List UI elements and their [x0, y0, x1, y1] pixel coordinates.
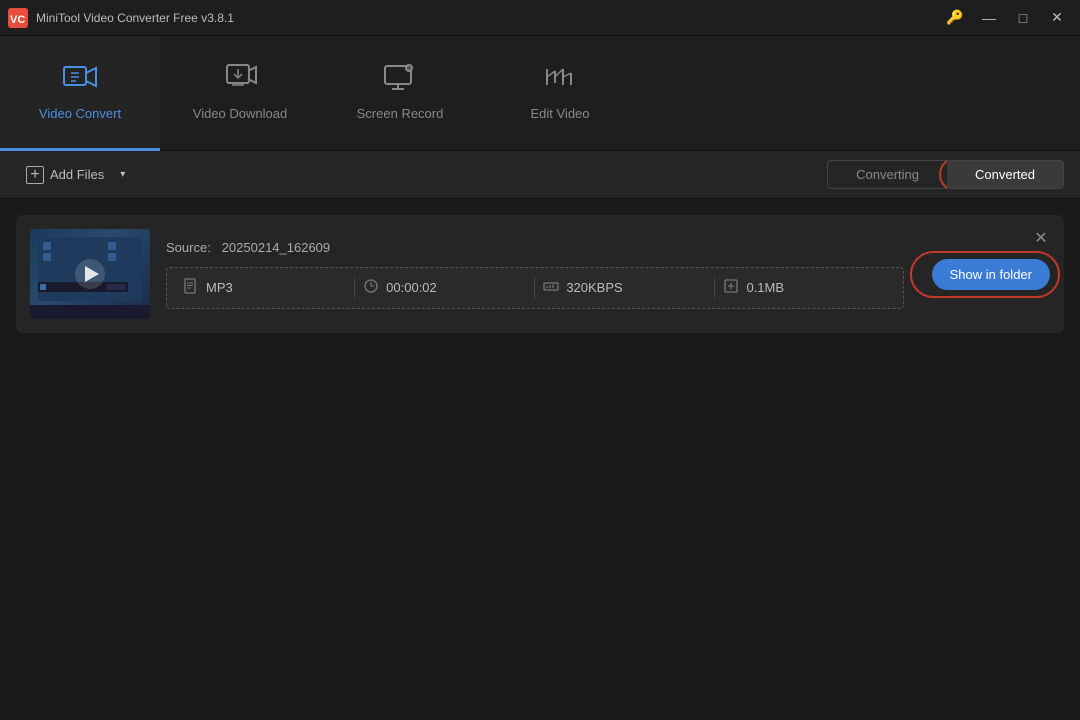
show-in-folder-wrapper: Show in folder — [920, 259, 1050, 290]
bitrate-icon — [543, 278, 559, 298]
duration-icon — [363, 278, 379, 298]
edit-video-icon — [543, 63, 577, 98]
nav-label-edit-video: Edit Video — [530, 106, 589, 121]
card-close-button[interactable]: ✕ — [1030, 227, 1052, 249]
add-files-button[interactable]: + Add Files — [16, 160, 114, 190]
nav-label-video-download: Video Download — [193, 106, 287, 121]
conversion-row: MP3 00:00:02 320KBPS — [166, 267, 904, 309]
format-icon — [183, 278, 199, 298]
minimize-button[interactable]: — — [974, 6, 1004, 30]
bitrate-value: 320KBPS — [566, 280, 622, 295]
maximize-button[interactable]: □ — [1008, 6, 1038, 30]
play-icon — [85, 266, 99, 282]
file-thumbnail[interactable] — [30, 229, 150, 319]
tab-converted[interactable]: Converted — [947, 161, 1063, 188]
video-download-icon — [223, 63, 257, 98]
tab-group: Converting Converted — [827, 160, 1064, 189]
nav-label-video-convert: Video Convert — [39, 106, 121, 121]
show-in-folder-button[interactable]: Show in folder — [932, 259, 1050, 290]
main-content: Source: 20250214_162609 MP3 00:00:02 — [0, 199, 1080, 720]
nav-item-edit-video[interactable]: Edit Video — [480, 36, 640, 151]
navbar: Video Convert Video Download Screen — [0, 36, 1080, 151]
tab-converting[interactable]: Converting — [828, 161, 947, 188]
app-logo-icon: VC — [8, 8, 28, 28]
svg-text:VC: VC — [10, 14, 25, 26]
screen-record-icon — [383, 63, 417, 98]
duration-item: 00:00:02 — [363, 278, 526, 298]
format-value: MP3 — [206, 280, 233, 295]
size-value: 0.1MB — [746, 280, 784, 295]
duration-value: 00:00:02 — [386, 280, 437, 295]
nav-item-video-download[interactable]: Video Download — [160, 36, 320, 151]
play-button[interactable] — [75, 259, 105, 289]
file-card: Source: 20250214_162609 MP3 00:00:02 — [16, 215, 1064, 333]
add-files-plus-icon: + — [26, 166, 44, 184]
app-title: MiniTool Video Converter Free v3.8.1 — [36, 11, 940, 25]
nav-item-video-convert[interactable]: Video Convert — [0, 36, 160, 151]
video-convert-icon — [63, 63, 97, 98]
nav-label-screen-record: Screen Record — [357, 106, 444, 121]
format-item: MP3 — [183, 278, 346, 298]
close-window-button[interactable]: ✕ — [1042, 6, 1072, 30]
divider-2 — [534, 278, 535, 298]
divider-3 — [714, 278, 715, 298]
thumbnail-taskbar — [30, 305, 150, 319]
source-value: 20250214_162609 — [222, 240, 330, 255]
file-info: Source: 20250214_162609 MP3 00:00:02 — [166, 240, 904, 309]
source-label: Source: — [166, 240, 211, 255]
size-icon — [723, 278, 739, 298]
add-files-label: Add Files — [50, 167, 104, 182]
titlebar: VC MiniTool Video Converter Free v3.8.1 … — [0, 0, 1080, 36]
subtoolbar: + Add Files ▾ Converting Converted — [0, 151, 1080, 199]
size-item: 0.1MB — [723, 278, 886, 298]
source-line: Source: 20250214_162609 — [166, 240, 904, 255]
bitrate-item: 320KBPS — [543, 278, 706, 298]
divider-1 — [354, 278, 355, 298]
add-files-dropdown-button[interactable]: ▾ — [114, 163, 131, 186]
nav-item-screen-record[interactable]: Screen Record — [320, 36, 480, 151]
key-button[interactable]: 🔑 — [940, 6, 970, 30]
converted-tab-wrapper: Converted — [947, 161, 1063, 188]
window-controls: 🔑 — □ ✕ — [940, 6, 1072, 30]
